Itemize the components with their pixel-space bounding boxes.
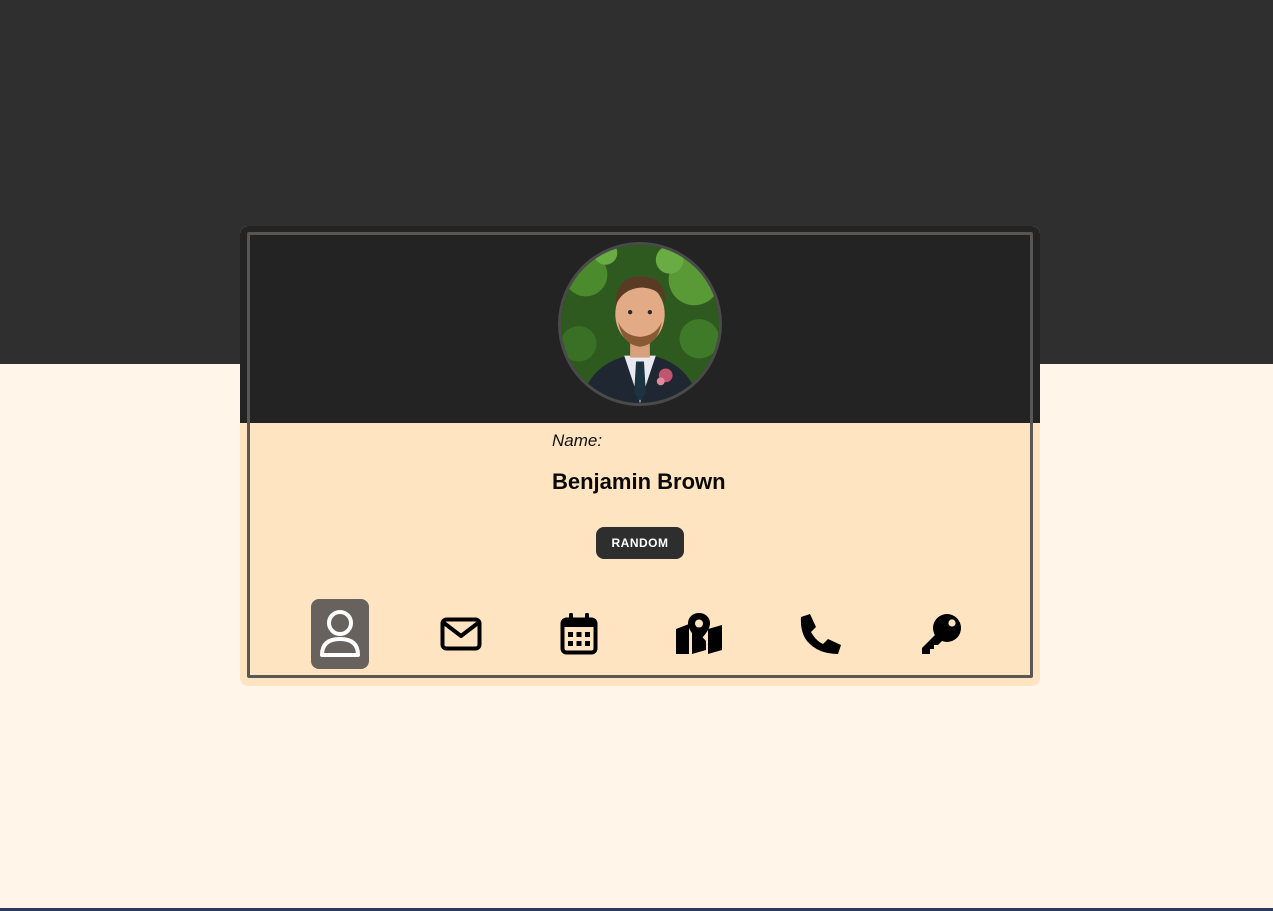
tab-birthday[interactable] <box>550 599 608 669</box>
user-icon <box>320 610 360 657</box>
info-tabs <box>240 599 1040 669</box>
phone-icon <box>800 614 841 654</box>
calendar-icon <box>560 613 598 655</box>
user-card: Name: Benjamin Brown RANDOM <box>240 226 1040 686</box>
key-icon <box>922 614 961 654</box>
info-value: Benjamin Brown <box>552 469 726 494</box>
map-icon <box>676 613 722 654</box>
envelope-icon <box>440 617 482 651</box>
info-section: Name: Benjamin Brown <box>552 431 852 495</box>
tab-user[interactable] <box>311 599 369 669</box>
info-label: Name: <box>552 431 603 450</box>
tab-phone[interactable] <box>792 599 850 669</box>
tab-address[interactable] <box>670 599 728 669</box>
avatar <box>558 242 722 406</box>
tab-password[interactable] <box>912 599 970 669</box>
tab-email[interactable] <box>432 599 490 669</box>
random-button[interactable]: RANDOM <box>596 527 684 559</box>
